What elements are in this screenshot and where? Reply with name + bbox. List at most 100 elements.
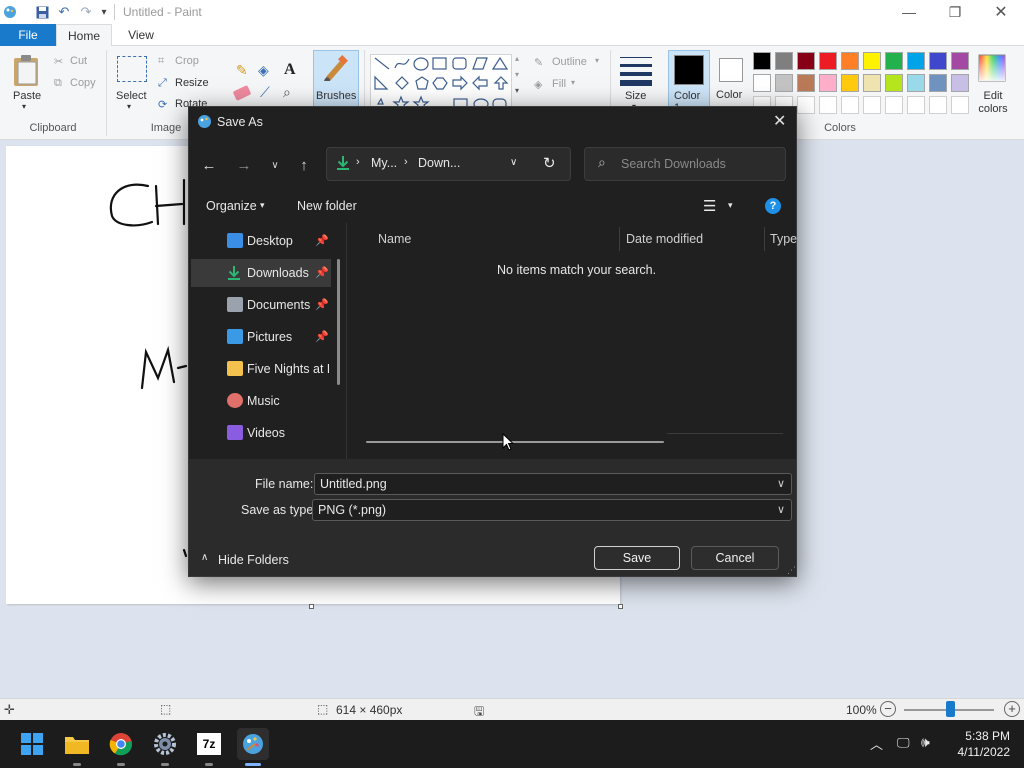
search-input[interactable] <box>621 155 771 173</box>
outline-button[interactable]: Outline <box>552 56 587 68</box>
select-button[interactable]: Select <box>116 90 147 102</box>
palette-swatch[interactable] <box>885 74 903 92</box>
redo-icon[interactable]: ↷ <box>78 4 94 20</box>
shapes-gallery[interactable] <box>370 54 512 112</box>
palette-swatch[interactable] <box>819 52 837 70</box>
palette-custom-swatch[interactable] <box>797 96 815 114</box>
select-icon[interactable] <box>117 56 147 82</box>
copy-button[interactable]: Copy <box>70 77 96 89</box>
color1-button[interactable]: Color 1 <box>668 50 710 114</box>
palette-swatch[interactable] <box>775 74 793 92</box>
palette-swatch[interactable] <box>775 52 793 70</box>
column-header-name[interactable]: Name <box>378 227 411 251</box>
view-dropdown-icon[interactable]: ▾ <box>728 200 733 211</box>
nav-item-five-nights[interactable]: Five Nights at F <box>191 355 331 383</box>
text-tool-icon[interactable]: A <box>284 61 296 79</box>
organize-dropdown-icon[interactable]: ▾ <box>260 200 265 211</box>
nav-item-desktop[interactable]: Desktop 📌 <box>191 227 331 255</box>
undo-icon[interactable]: ↶ <box>56 4 72 20</box>
chevron-up-icon[interactable]: ▴ <box>515 54 519 63</box>
palette-swatch[interactable] <box>907 52 925 70</box>
settings-gear-icon[interactable] <box>149 728 181 760</box>
file-name-dropdown-chevron-down-icon[interactable]: ∨ <box>777 477 785 490</box>
zoom-out-button[interactable]: − <box>880 701 896 717</box>
horizontal-scrollbar[interactable] <box>366 441 664 443</box>
cut-button[interactable]: Cut <box>70 55 87 67</box>
edit-colors-icon[interactable] <box>978 54 1008 84</box>
nav-item-documents[interactable]: Documents 📌 <box>191 291 331 319</box>
file-name-input[interactable] <box>320 476 770 492</box>
palette-swatch[interactable] <box>841 52 859 70</box>
forward-arrow-icon[interactable]: → <box>234 155 254 175</box>
organize-button[interactable]: Organize <box>206 199 257 213</box>
paste-button[interactable]: Paste <box>13 90 41 102</box>
pencil-icon[interactable]: ✎ <box>236 62 248 79</box>
palette-custom-swatch[interactable] <box>819 96 837 114</box>
column-header-date-modified[interactable]: Date modified <box>626 227 703 251</box>
palette-swatch[interactable] <box>929 52 947 70</box>
chrome-icon[interactable] <box>105 728 137 760</box>
breadcrumb-item-user[interactable]: My... <box>371 156 397 170</box>
palette-swatch[interactable] <box>841 74 859 92</box>
nav-item-pictures[interactable]: Pictures 📌 <box>191 323 331 351</box>
taskbar-date[interactable]: 4/11/2022 <box>946 745 1011 759</box>
color-picker-icon[interactable]: ⟋ <box>260 84 270 101</box>
paste-dropdown-icon[interactable]: ▾ <box>22 102 26 111</box>
zoom-slider-thumb[interactable] <box>946 701 955 717</box>
palette-swatch[interactable] <box>907 74 925 92</box>
shapes-scroll[interactable]: ▴ ▾ ▾ <box>514 54 524 110</box>
resize-grip-icon[interactable]: ⋰ <box>787 565 796 576</box>
save-icon[interactable] <box>34 4 50 20</box>
palette-swatch[interactable] <box>951 52 969 70</box>
palette-swatch[interactable] <box>797 74 815 92</box>
palette-swatch[interactable] <box>929 74 947 92</box>
new-folder-button[interactable]: New folder <box>297 199 357 213</box>
save-as-type-select[interactable]: PNG (*.png) ∨ <box>312 499 792 521</box>
view-options-icon[interactable]: ☰ <box>703 197 716 215</box>
address-dropdown-chevron-down-icon[interactable]: ∨ <box>510 157 517 168</box>
customize-quick-access-icon[interactable]: ▾ <box>96 4 112 20</box>
zoom-in-button[interactable]: + <box>1004 701 1020 717</box>
fill-dropdown-icon[interactable]: ▾ <box>571 78 575 87</box>
7zip-icon[interactable]: 7z <box>193 728 225 760</box>
up-arrow-icon[interactable]: ↑ <box>294 155 314 175</box>
paste-icon[interactable] <box>10 54 44 88</box>
palette-swatch[interactable] <box>951 74 969 92</box>
palette-custom-swatch[interactable] <box>951 96 969 114</box>
palette-swatch[interactable] <box>797 52 815 70</box>
show-hidden-icons-chevron-up-icon[interactable]: ︿ <box>870 734 883 753</box>
chevron-down-icon[interactable]: ▾ <box>515 70 519 79</box>
palette-custom-swatch[interactable] <box>863 96 881 114</box>
close-window-button[interactable]: ✕ <box>978 0 1024 24</box>
select-dropdown-icon[interactable]: ▾ <box>127 102 131 111</box>
refresh-icon[interactable]: ↻ <box>543 154 556 172</box>
crop-button[interactable]: Crop <box>175 55 199 67</box>
nav-item-music[interactable]: Music <box>191 387 331 415</box>
back-arrow-icon[interactable]: ← <box>199 155 219 175</box>
start-icon[interactable] <box>16 728 48 760</box>
magnifier-icon[interactable]: ⌕ <box>283 84 291 101</box>
size-icon[interactable] <box>618 54 654 86</box>
palette-swatch[interactable] <box>885 52 903 70</box>
volume-icon[interactable]: 🕪 <box>921 734 930 751</box>
expand-icon[interactable]: ▾ <box>515 86 519 95</box>
recent-locations-chevron-down-icon[interactable]: ∨ <box>265 155 285 175</box>
nav-item-downloads[interactable]: Downloads 📌 <box>191 259 331 287</box>
dialog-close-button[interactable]: ✕ <box>773 111 786 131</box>
address-bar[interactable]: › My... › Down... ∨ ↻ <box>326 147 571 181</box>
outline-dropdown-icon[interactable]: ▾ <box>595 56 599 65</box>
breadcrumb-item-downloads[interactable]: Down... <box>418 156 460 170</box>
tab-file[interactable]: File <box>0 24 56 46</box>
nav-scrollbar[interactable] <box>337 259 340 385</box>
size-button[interactable]: Size <box>625 90 646 102</box>
save-button[interactable]: Save <box>594 546 680 570</box>
taskbar-time[interactable]: 5:38 PM <box>954 729 1010 743</box>
palette-swatch[interactable] <box>863 74 881 92</box>
column-divider[interactable] <box>764 227 765 251</box>
palette-custom-swatch[interactable] <box>841 96 859 114</box>
network-icon[interactable]: 🖵 <box>897 735 910 751</box>
column-header-type[interactable]: Type <box>770 227 797 251</box>
nav-item-videos[interactable]: Videos <box>191 419 331 447</box>
resize-handle-corner[interactable] <box>618 604 623 609</box>
save-as-type-dropdown-chevron-down-icon[interactable]: ∨ <box>777 503 785 516</box>
